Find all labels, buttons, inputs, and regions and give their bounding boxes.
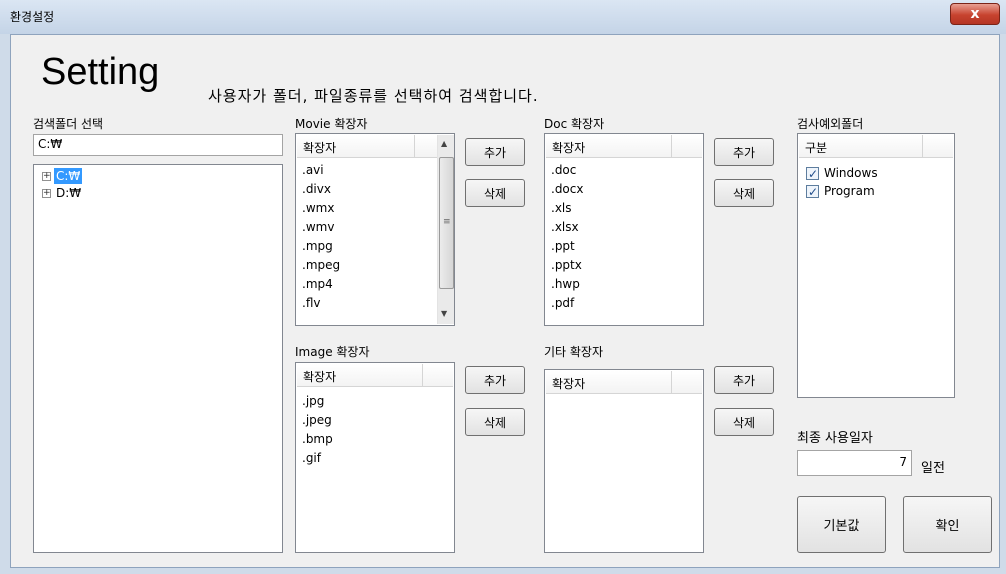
- search-folder-path-input[interactable]: C:₩: [33, 134, 283, 156]
- page-subtitle: 사용자가 폴더, 파일종류를 선택하여 검색합니다.: [208, 87, 539, 105]
- window-title: 환경설정: [10, 10, 55, 24]
- scroll-down-icon[interactable]: ▼: [441, 309, 447, 318]
- dialog-body: Setting 사용자가 폴더, 파일종류를 선택하여 검색합니다. 검색폴더 …: [10, 34, 1000, 568]
- other-ext-label: 기타 확장자: [544, 345, 604, 359]
- list-item[interactable]: .wmv: [302, 218, 340, 237]
- list-item[interactable]: .avi: [302, 161, 340, 180]
- list-item[interactable]: .mpeg: [302, 256, 340, 275]
- exclude-folder-label: 검사예외폴더: [797, 117, 864, 131]
- other-delete-button[interactable]: 삭제: [714, 408, 774, 436]
- tree-node-label: D:₩: [56, 186, 82, 200]
- column-header[interactable]: 구분: [799, 135, 923, 157]
- image-ext-label: Image 확장자: [295, 345, 370, 359]
- list-item[interactable]: .wmx: [302, 199, 340, 218]
- scroll-up-icon[interactable]: ▲: [441, 139, 447, 148]
- default-button[interactable]: 기본값: [797, 496, 886, 553]
- movie-ext-label: Movie 확장자: [295, 117, 368, 131]
- exclude-list-items: Windows Program: [806, 164, 878, 201]
- doc-add-button[interactable]: 추가: [714, 138, 774, 166]
- list-item[interactable]: .hwp: [551, 275, 583, 294]
- list-item[interactable]: Program: [806, 182, 878, 201]
- page-title: Setting: [41, 51, 160, 93]
- movie-list-scrollbar[interactable]: ▲ ≡ ▼: [437, 135, 454, 324]
- list-item[interactable]: .jpg: [302, 392, 333, 411]
- other-add-button[interactable]: 추가: [714, 366, 774, 394]
- ok-button[interactable]: 확인: [903, 496, 992, 553]
- list-item[interactable]: .bmp: [302, 430, 333, 449]
- other-list-header: 확장자: [546, 371, 702, 394]
- image-add-button[interactable]: 추가: [465, 366, 525, 394]
- title-bar: 환경설정 x: [0, 0, 1006, 34]
- movie-ext-list[interactable]: 확장자 .avi .divx .wmx .wmv .mpg .mpeg .mp4…: [295, 133, 455, 326]
- exclude-folder-list[interactable]: 구분 Windows Program: [797, 133, 955, 398]
- tree-node-label: C:₩: [54, 168, 83, 184]
- tree-node-d[interactable]: + D:₩: [42, 185, 83, 201]
- list-item[interactable]: .xls: [551, 199, 583, 218]
- movie-list-items: .avi .divx .wmx .wmv .mpg .mpeg .mp4 .fl…: [302, 161, 340, 313]
- list-item[interactable]: .xlsx: [551, 218, 583, 237]
- tree-node-c[interactable]: + C:₩: [42, 168, 83, 184]
- list-item-label: Program: [824, 184, 875, 198]
- folder-tree[interactable]: + C:₩ + D:₩: [33, 164, 283, 553]
- column-header[interactable]: 확장자: [297, 364, 423, 386]
- list-item[interactable]: .gif: [302, 449, 333, 468]
- grip-icon: ≡: [443, 217, 451, 227]
- image-list-items: .jpg .jpeg .bmp .gif: [302, 392, 333, 468]
- column-header[interactable]: 확장자: [297, 135, 415, 157]
- doc-ext-list[interactable]: 확장자 .doc .docx .xls .xlsx .ppt .pptx .hw…: [544, 133, 704, 326]
- doc-list-header: 확장자: [546, 135, 702, 158]
- list-item[interactable]: .mpg: [302, 237, 340, 256]
- list-item[interactable]: .mp4: [302, 275, 340, 294]
- close-icon: x: [970, 6, 980, 22]
- movie-delete-button[interactable]: 삭제: [465, 179, 525, 207]
- doc-delete-button[interactable]: 삭제: [714, 179, 774, 207]
- list-item[interactable]: .pdf: [551, 294, 583, 313]
- list-item[interactable]: .jpeg: [302, 411, 333, 430]
- search-folder-label: 검색폴더 선택: [33, 117, 104, 131]
- column-header[interactable]: 확장자: [546, 371, 672, 393]
- image-list-header: 확장자: [297, 364, 453, 387]
- exclude-list-header: 구분: [799, 135, 953, 158]
- movie-add-button[interactable]: 추가: [465, 138, 525, 166]
- list-item[interactable]: Windows: [806, 164, 878, 183]
- doc-ext-label: Doc 확장자: [544, 117, 605, 131]
- list-item[interactable]: .divx: [302, 180, 340, 199]
- checkbox-checked-icon[interactable]: [806, 183, 819, 201]
- list-item[interactable]: .docx: [551, 180, 583, 199]
- last-used-unit: 일전: [921, 461, 945, 476]
- last-used-days-input[interactable]: 7: [797, 450, 912, 476]
- column-header[interactable]: 확장자: [546, 135, 672, 157]
- image-delete-button[interactable]: 삭제: [465, 408, 525, 436]
- list-item[interactable]: .doc: [551, 161, 583, 180]
- expand-icon[interactable]: +: [42, 172, 51, 181]
- doc-list-items: .doc .docx .xls .xlsx .ppt .pptx .hwp .p…: [551, 161, 583, 313]
- expand-icon[interactable]: +: [42, 189, 51, 198]
- list-item-label: Windows: [824, 166, 878, 180]
- list-item[interactable]: .ppt: [551, 237, 583, 256]
- list-item[interactable]: .flv: [302, 294, 340, 313]
- list-item[interactable]: .pptx: [551, 256, 583, 275]
- image-ext-list[interactable]: 확장자 .jpg .jpeg .bmp .gif: [295, 362, 455, 553]
- movie-list-header: 확장자: [297, 135, 437, 158]
- other-ext-list[interactable]: 확장자: [544, 369, 704, 553]
- last-used-label: 최종 사용일자: [797, 431, 873, 446]
- close-button[interactable]: x: [950, 3, 1000, 25]
- checkbox-checked-icon[interactable]: [806, 165, 819, 183]
